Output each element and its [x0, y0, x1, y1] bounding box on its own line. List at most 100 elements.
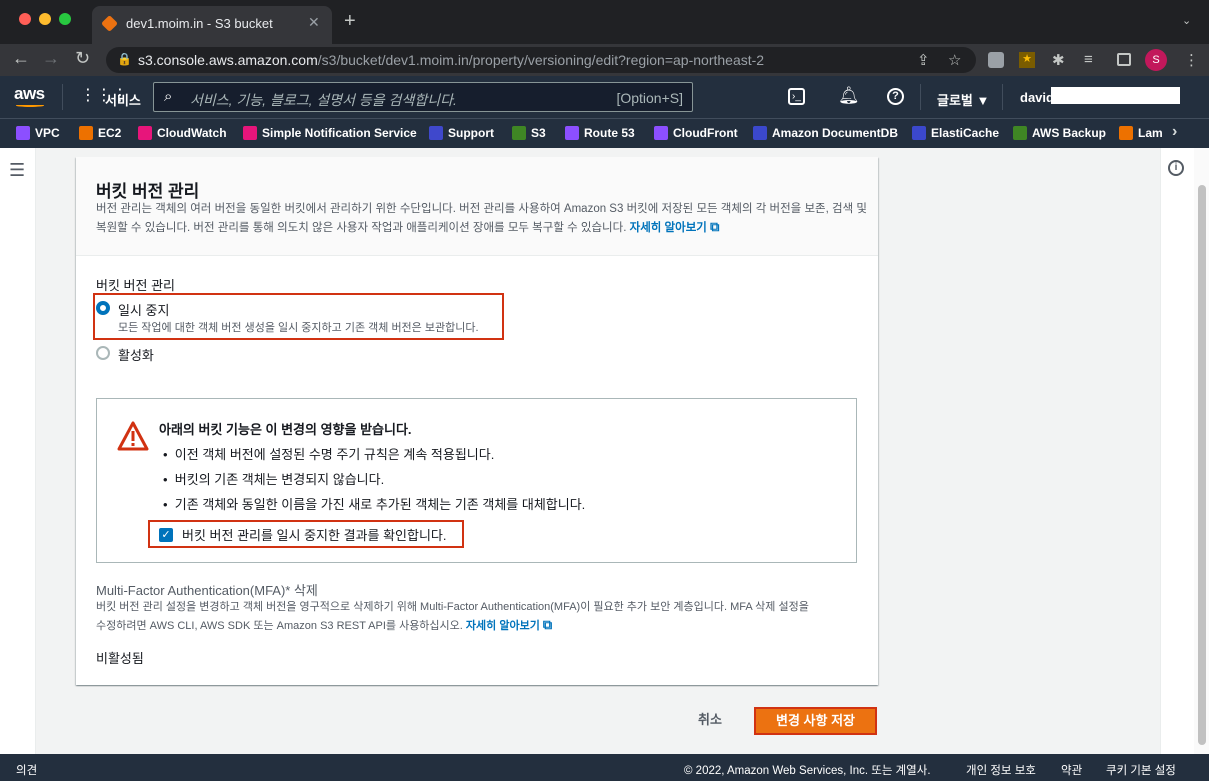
radio-enable[interactable]: 활성화 — [96, 345, 154, 364]
external-link-icon: ⧉ — [710, 219, 720, 234]
search-shortcut: [Option+S] — [616, 90, 683, 106]
cloudfront-icon — [654, 126, 668, 140]
warning-item: • 이전 객체 버전에 설정된 수명 주기 규칙은 계속 적용됩니다. — [163, 447, 495, 462]
aws-top-nav: aws ⋮⋮⋮ 서비스 ⌕ 서비스, 기능, 블로그, 설명서 등을 검색합니다… — [0, 76, 1209, 118]
feedback-link[interactable]: 의견 — [16, 762, 37, 778]
versioning-field-label: 버킷 버전 관리 — [96, 278, 175, 293]
warning-item-text: 기존 객체와 동일한 이름을 가진 새로 추가된 객체는 기존 객체를 대체합니… — [174, 497, 586, 512]
bookmark-star-icon[interactable]: ☆ — [948, 51, 961, 69]
service-search-input[interactable]: ⌕ 서비스, 기능, 블로그, 설명서 등을 검색합니다. [Option+S] — [153, 82, 693, 112]
favorite-label: CloudWatch — [157, 126, 227, 140]
redacted-account-box — [1051, 87, 1180, 104]
favorite-elasticache[interactable]: ElastiCache — [912, 126, 999, 140]
url-host: s3.console.aws.amazon.com — [138, 52, 318, 68]
radio-enable-label: 활성화 — [118, 348, 154, 363]
favorite-label: ElastiCache — [931, 126, 1000, 140]
radio-suspend-description: 모든 작업에 대한 객체 버전 생성을 일시 중지하고 기존 객체 버전은 보관… — [118, 322, 479, 334]
back-icon[interactable]: ← — [12, 48, 30, 69]
profile-avatar[interactable]: S — [1145, 49, 1167, 71]
favorite-vpc[interactable]: VPC — [16, 126, 60, 140]
favorite-ec2[interactable]: EC2 — [79, 126, 121, 140]
favorite-label: Route 53 — [584, 126, 635, 140]
reload-icon[interactable]: ↻ — [75, 48, 90, 69]
cloudshell-icon[interactable]: ›_ — [788, 88, 805, 105]
region-selector[interactable]: 글로벌 ▼ — [937, 90, 989, 109]
scrollbar-thumb[interactable] — [1198, 185, 1206, 745]
search-icon: ⌕ — [164, 88, 173, 105]
media-queue-icon[interactable]: ≡ — [1084, 51, 1093, 68]
radio-unselected-icon[interactable] — [96, 346, 110, 360]
favorite-label: Simple Notification Service — [262, 126, 417, 140]
mfa-description-line1: 버킷 버전 관리 설정을 변경하고 객체 버전을 영구적으로 삭제하기 위해 M… — [96, 601, 809, 613]
warning-title: 아래의 버킷 기능은 이 변경의 영향을 받습니다. — [159, 422, 412, 437]
url-bar[interactable]: 🔒 s3.console.aws.amazon.com/s3/bucket/de… — [106, 47, 976, 73]
favorite-aws-backup[interactable]: AWS Backup — [1013, 126, 1106, 140]
warning-item-text: 버킷의 기존 객체는 변경되지 않습니다. — [174, 472, 385, 487]
account-menu[interactable]: david — [1020, 90, 1054, 105]
mfa-description-line2: 수정하려면 AWS CLI, AWS SDK 또는 Amazon S3 REST… — [96, 620, 463, 632]
services-menu[interactable]: 서비스 — [105, 90, 141, 109]
checkbox-checked-icon[interactable]: ✓ — [159, 527, 173, 542]
mfa-status: 비활성됨 — [96, 651, 144, 666]
close-window-icon[interactable] — [19, 13, 31, 25]
search-placeholder: 서비스, 기능, 블로그, 설명서 등을 검색합니다. — [190, 92, 457, 108]
cookie-preferences-link[interactable]: 쿠키 기본 설정 — [1106, 762, 1176, 778]
favorite-label: EC2 — [98, 126, 122, 140]
region-label: 글로벌 — [937, 93, 973, 108]
new-tab-icon[interactable]: + — [344, 10, 356, 33]
terms-link[interactable]: 약관 — [1061, 762, 1082, 778]
favorite-documentdb[interactable]: Amazon DocumentDB — [753, 126, 898, 140]
hamburger-menu-icon[interactable]: ☰ — [9, 160, 25, 181]
panel-description-line2: 복원할 수 있습니다. 버전 관리를 통해 의도치 않은 사용자 작업과 애플리… — [96, 222, 627, 234]
extension-star-icon[interactable]: ★ — [1019, 52, 1035, 68]
favorite-lambda[interactable]: Lam — [1119, 126, 1167, 140]
panel-description-line1: 버전 관리는 객체의 여러 버전을 동일한 버킷에서 관리하기 위한 수단입니다… — [96, 203, 867, 215]
privacy-link[interactable]: 개인 정보 보호 — [966, 762, 1036, 778]
mfa-description: 버킷 버전 관리 설정을 변경하고 객체 버전을 영구적으로 삭제하기 위해 M… — [96, 598, 809, 635]
browser-tab[interactable]: dev1.moim.in - S3 bucket ✕ — [92, 6, 332, 44]
tab-title: dev1.moim.in - S3 bucket — [126, 16, 273, 31]
favorite-support[interactable]: Support — [429, 126, 494, 140]
mfa-title: Multi-Factor Authentication(MFA)* 삭제 — [96, 583, 318, 598]
tab-search-icon[interactable]: ⌄ — [1182, 14, 1191, 27]
warning-alert: 아래의 버킷 기능은 이 변경의 영향을 받습니다. • 이전 객체 버전에 설… — [96, 398, 857, 563]
versioning-panel: 버킷 버전 관리 버전 관리는 객체의 여러 버전을 동일한 버킷에서 관리하기… — [76, 157, 878, 685]
favorite-label: AWS Backup — [1032, 126, 1107, 140]
chevron-right-icon[interactable]: › — [1172, 123, 1177, 141]
minimize-window-icon[interactable] — [39, 13, 51, 25]
browser-menu-icon[interactable]: ⋮ — [1184, 51, 1199, 69]
favorite-s3[interactable]: S3 — [512, 126, 546, 140]
left-nav-rail: ☰ — [0, 148, 36, 754]
help-icon[interactable]: ? — [887, 88, 904, 105]
mfa-learn-more-link[interactable]: 자세히 알아보기 — [466, 620, 540, 632]
maximize-window-icon[interactable] — [59, 13, 71, 25]
side-panel-icon[interactable] — [1117, 53, 1131, 66]
backup-icon — [1013, 126, 1027, 140]
favorite-cloudfront[interactable]: CloudFront — [654, 126, 738, 140]
favorite-label: S3 — [531, 126, 546, 140]
radio-selected-icon[interactable] — [96, 301, 110, 315]
elasticache-icon — [912, 126, 926, 140]
forward-icon[interactable]: → — [42, 48, 60, 69]
confirm-checkbox[interactable]: ✓ 버킷 버전 관리를 일시 중지한 결과를 확인합니다. — [159, 525, 446, 544]
close-tab-icon[interactable]: ✕ — [308, 14, 320, 31]
confirm-checkbox-label: 버킷 버전 관리를 일시 중지한 결과를 확인합니다. — [182, 528, 447, 543]
cancel-button[interactable]: 취소 — [685, 707, 735, 733]
notifications-bell-icon[interactable]: 🔔︎ — [838, 86, 860, 106]
save-changes-button[interactable]: 변경 사항 저장 — [754, 707, 877, 735]
share-icon[interactable]: ⇪ — [917, 51, 930, 69]
warning-item: • 버킷의 기존 객체는 변경되지 않습니다. — [163, 472, 385, 487]
learn-more-link[interactable]: 자세히 알아보기 — [630, 222, 707, 234]
extensions-puzzle-icon[interactable]: ✱ — [1052, 51, 1065, 69]
right-help-rail: i — [1160, 148, 1194, 754]
support-icon — [429, 126, 443, 140]
favorite-route53[interactable]: Route 53 — [565, 126, 635, 140]
favorite-cloudwatch[interactable]: CloudWatch — [138, 126, 227, 140]
extension-icon[interactable] — [988, 52, 1004, 68]
info-icon[interactable]: i — [1168, 160, 1184, 176]
radio-suspend[interactable]: 일시 중지 모든 작업에 대한 객체 버전 생성을 일시 중지하고 기존 객체 … — [96, 300, 479, 337]
favorite-sns[interactable]: Simple Notification Service — [243, 126, 417, 140]
aws-logo[interactable]: aws — [14, 84, 45, 104]
panel-header: 버킷 버전 관리 버전 관리는 객체의 여러 버전을 동일한 버킷에서 관리하기… — [76, 157, 878, 256]
ec2-icon — [79, 126, 93, 140]
